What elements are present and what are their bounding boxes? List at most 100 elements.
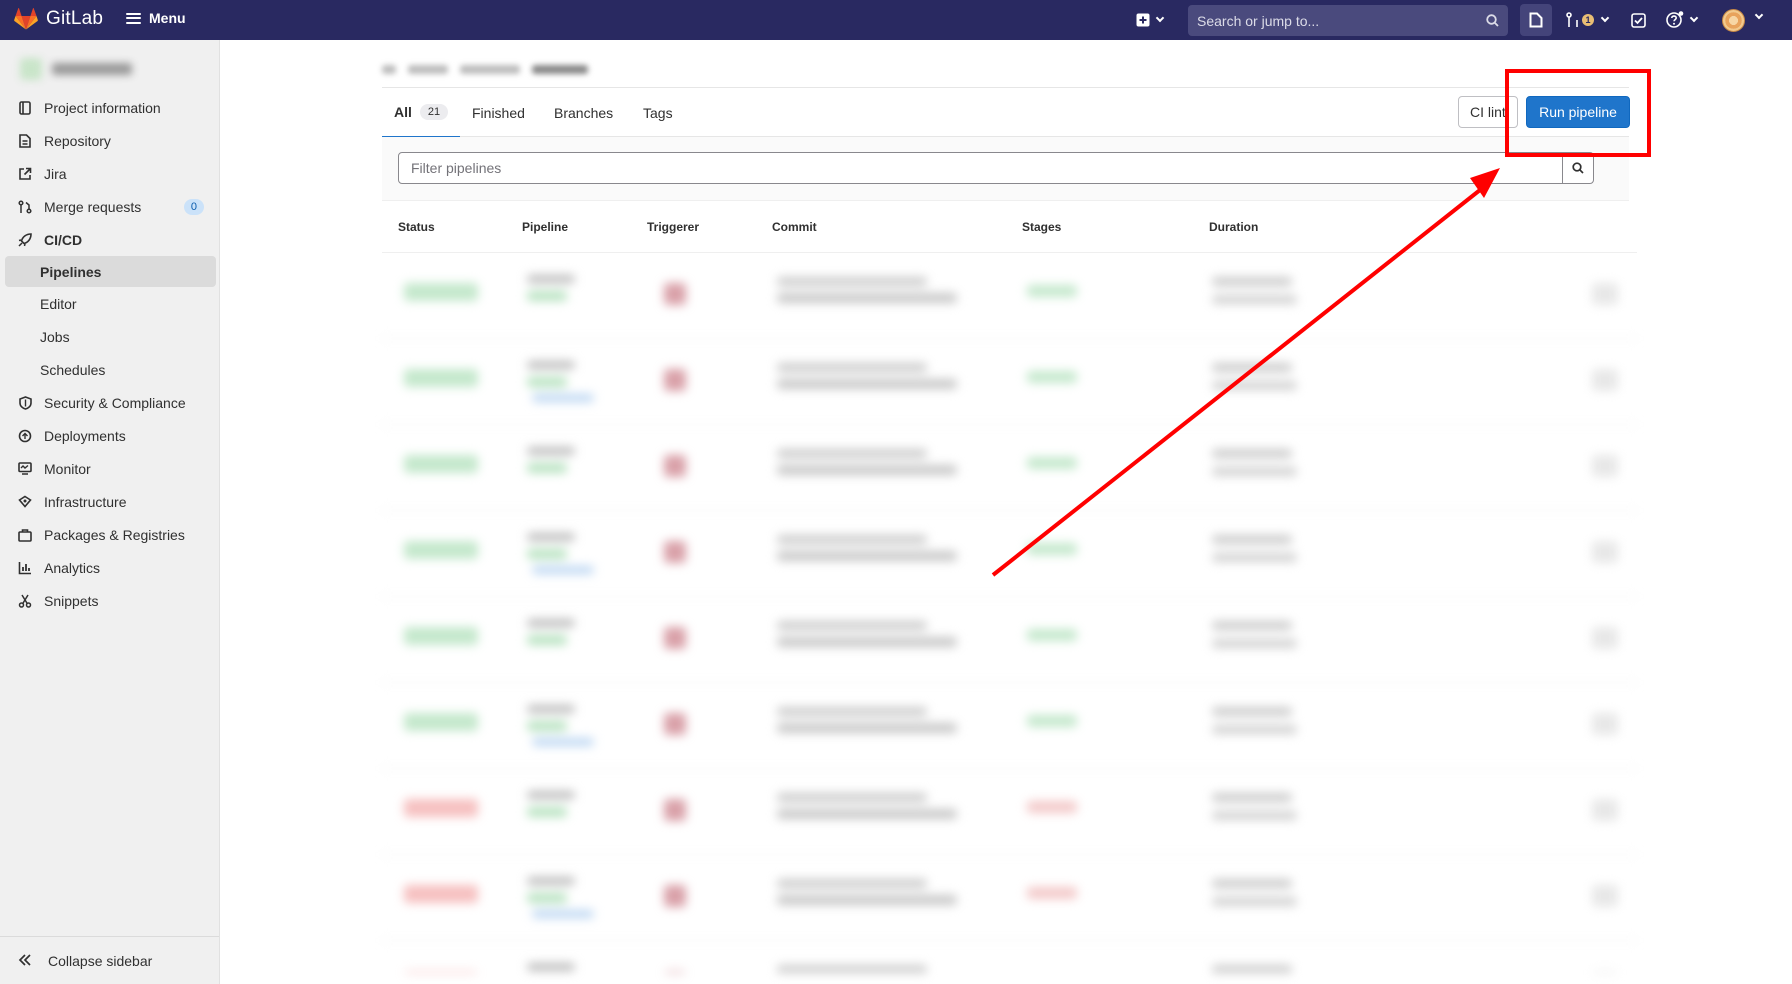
menu-label: Menu: [149, 10, 186, 26]
sidebar: Project information Repository Jira Merg…: [0, 40, 220, 984]
hamburger-icon: [126, 12, 141, 24]
pipelines-table-header: Status Pipeline Triggerer Commit Stages …: [382, 201, 1637, 253]
search-icon: [1572, 162, 1584, 174]
filter-search-button[interactable]: [1562, 153, 1593, 183]
sidebar-subitem-label: Editor: [40, 295, 77, 312]
search-input[interactable]: [1197, 12, 1486, 29]
pipeline-tabs: All 21 Finished Branches Tags: [382, 87, 1629, 138]
tab-count-badge: 21: [419, 104, 449, 120]
chevron-down-icon: [1689, 13, 1699, 23]
column-header-status: Status: [398, 220, 435, 234]
tab-all[interactable]: All 21: [382, 88, 461, 138]
user-avatar[interactable]: [1722, 9, 1745, 32]
package-icon: [18, 528, 32, 542]
help-icon: [1666, 11, 1684, 28]
project-icon: [18, 100, 32, 115]
table-row[interactable]: [382, 941, 1637, 973]
search-icon: [1486, 14, 1499, 27]
filter-bar: [382, 137, 1629, 201]
table-row[interactable]: [382, 769, 1637, 855]
sidebar-item-snippets[interactable]: Snippets: [0, 584, 220, 617]
sidebar-item-label: Merge requests: [44, 198, 142, 215]
chevron-down-icon: [1600, 13, 1610, 23]
table-row[interactable]: [382, 855, 1637, 941]
sidebar-subitem-jobs[interactable]: Jobs: [0, 320, 220, 353]
sidebar-item-monitor[interactable]: Monitor: [0, 452, 220, 485]
table-row[interactable]: [382, 425, 1637, 511]
table-row[interactable]: [382, 597, 1637, 683]
rocket-icon: [18, 232, 32, 247]
merge-requests-count-badge: 0: [183, 198, 204, 215]
tab-branches[interactable]: Branches: [554, 88, 613, 137]
breadcrumb-blurred: [382, 60, 632, 78]
sidebar-item-packages-registries[interactable]: Packages & Registries: [0, 518, 220, 551]
chevron-down-icon: [1754, 10, 1764, 20]
web-ide-button[interactable]: [1520, 4, 1552, 36]
sidebar-item-deployments[interactable]: Deployments: [0, 419, 220, 452]
sidebar-item-label: Deployments: [44, 427, 126, 444]
tab-label: Finished: [472, 104, 525, 121]
shield-icon: [18, 395, 32, 410]
deployments-icon: [18, 429, 32, 443]
pipelines-table-body-blurred: [382, 253, 1637, 973]
collapse-sidebar-button[interactable]: Collapse sidebar: [0, 936, 219, 984]
sidebar-item-label: Analytics: [44, 559, 101, 576]
sidebar-subitem-schedules[interactable]: Schedules: [0, 353, 220, 386]
sidebar-subitem-pipelines[interactable]: Pipelines: [5, 256, 216, 287]
sidebar-subitem-label: Pipelines: [40, 263, 102, 280]
sidebar-item-jira[interactable]: Jira: [0, 157, 220, 190]
tanuki-icon: [14, 8, 38, 30]
menu-button[interactable]: Menu: [126, 10, 186, 26]
tab-label: All: [394, 104, 412, 120]
collapse-sidebar-label: Collapse sidebar: [48, 952, 153, 969]
snippet-icon: [18, 594, 32, 608]
sidebar-subitem-editor[interactable]: Editor: [0, 287, 220, 320]
sidebar-item-project-information[interactable]: Project information: [0, 91, 220, 124]
annotation-highlight-box: [1505, 69, 1651, 157]
sidebar-item-cicd[interactable]: CI/CD: [0, 223, 220, 256]
sidebar-item-label: Monitor: [44, 460, 91, 477]
sidebar-item-label: Infrastructure: [44, 493, 127, 510]
sidebar-subitem-label: Schedules: [40, 361, 106, 378]
document-icon: [18, 133, 32, 148]
external-link-icon: [18, 167, 32, 181]
gitlab-logo[interactable]: GitLab: [14, 8, 103, 30]
plus-square-icon: [1136, 13, 1150, 27]
sidebar-item-analytics[interactable]: Analytics: [0, 551, 220, 584]
column-header-duration: Duration: [1209, 220, 1259, 234]
todos-button[interactable]: [1631, 8, 1646, 32]
search-box[interactable]: [1188, 5, 1508, 36]
sidebar-subitem-label: Jobs: [40, 328, 70, 345]
help-button[interactable]: [1666, 8, 1699, 32]
chart-icon: [18, 561, 32, 575]
monitor-icon: [18, 462, 32, 476]
sidebar-item-merge-requests[interactable]: Merge requests 0: [0, 190, 220, 223]
filter-pipelines-box[interactable]: [398, 152, 1594, 184]
sidebar-item-label: CI/CD: [44, 231, 83, 248]
double-chevron-left-icon: [18, 953, 32, 969]
ide-icon: [1529, 12, 1543, 28]
table-row[interactable]: [382, 339, 1637, 425]
sidebar-item-label: Security & Compliance: [44, 394, 186, 411]
tab-tags[interactable]: Tags: [643, 88, 673, 137]
filter-pipelines-input[interactable]: [399, 153, 1562, 183]
project-context-blurred[interactable]: [8, 52, 212, 86]
sidebar-item-infrastructure[interactable]: Infrastructure: [0, 485, 220, 518]
top-navbar: GitLab Menu 1: [0, 0, 1792, 40]
sidebar-nav: Project information Repository Jira Merg…: [0, 91, 220, 617]
column-header-triggerer: Triggerer: [647, 220, 700, 234]
table-row[interactable]: [382, 253, 1637, 339]
table-row[interactable]: [382, 511, 1637, 597]
table-row[interactable]: [382, 683, 1637, 769]
brand-name: GitLab: [46, 8, 104, 29]
tab-finished[interactable]: Finished: [472, 88, 525, 137]
sidebar-item-label: Jira: [44, 165, 67, 182]
sidebar-item-label: Packages & Registries: [44, 526, 185, 543]
tab-label: Tags: [643, 104, 673, 121]
sidebar-item-security-compliance[interactable]: Security & Compliance: [0, 386, 220, 419]
column-header-stages: Stages: [1022, 220, 1062, 234]
merge-request-icon: [1566, 12, 1578, 27]
new-dropdown-button[interactable]: [1136, 8, 1165, 32]
merge-request-icon: [18, 199, 32, 214]
sidebar-item-repository[interactable]: Repository: [0, 124, 220, 157]
